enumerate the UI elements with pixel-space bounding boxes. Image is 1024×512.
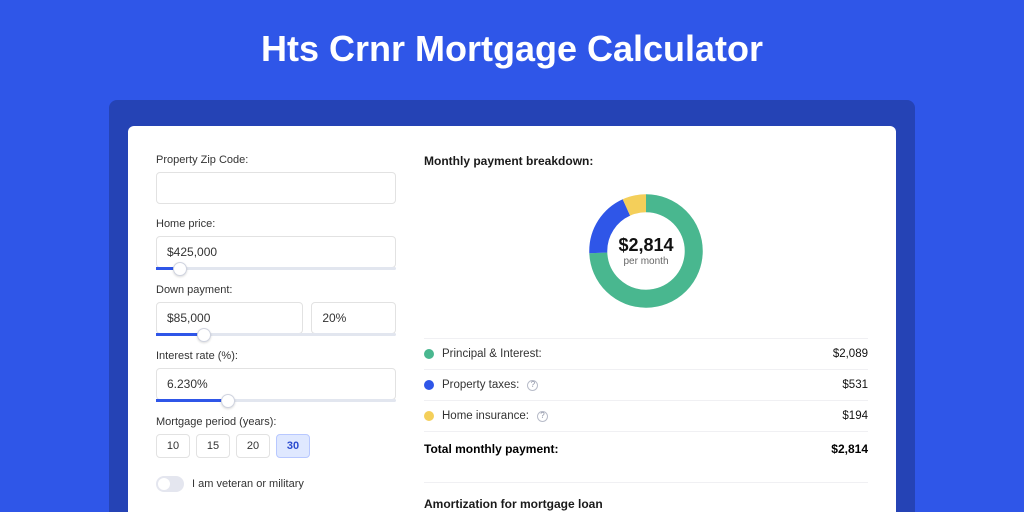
zip-field: Property Zip Code: — [156, 154, 396, 204]
down-field: Down payment: — [156, 284, 396, 336]
breakdown-title: Monthly payment breakdown: — [424, 154, 868, 168]
total-amount: $2,814 — [831, 442, 868, 456]
legend-label-tax: Property taxes: — [442, 379, 519, 391]
donut-center: $2,814 per month — [583, 188, 709, 314]
donut-sub: per month — [623, 256, 668, 267]
amortization-title: Amortization for mortgage loan — [424, 497, 868, 511]
down-input-amount[interactable] — [156, 302, 303, 334]
page-title: Hts Crnr Mortgage Calculator — [0, 0, 1024, 92]
dot-pi-icon — [424, 349, 434, 359]
period-option-15[interactable]: 15 — [196, 434, 230, 458]
donut-amount: $2,814 — [618, 235, 673, 256]
form-panel: Property Zip Code: Home price: Down paym… — [156, 154, 396, 512]
legend-amount-ins: $194 — [842, 410, 868, 422]
rate-field: Interest rate (%): — [156, 350, 396, 402]
rate-slider[interactable] — [156, 399, 396, 402]
price-slider-thumb[interactable] — [173, 262, 187, 276]
period-label: Mortgage period (years): — [156, 416, 396, 428]
rate-input[interactable] — [156, 368, 396, 400]
legend-row-ins: Home insurance: ? $194 — [424, 400, 868, 431]
donut-chart-wrap: $2,814 per month — [424, 184, 868, 322]
dot-tax-icon — [424, 380, 434, 390]
down-label: Down payment: — [156, 284, 396, 296]
donut-chart: $2,814 per month — [583, 188, 709, 314]
info-icon[interactable]: ? — [527, 380, 538, 391]
price-label: Home price: — [156, 218, 396, 230]
period-options: 10 15 20 30 — [156, 434, 396, 458]
legend-amount-tax: $531 — [842, 379, 868, 391]
rate-slider-thumb[interactable] — [221, 394, 235, 408]
zip-label: Property Zip Code: — [156, 154, 396, 166]
period-option-20[interactable]: 20 — [236, 434, 270, 458]
legend: Principal & Interest: $2,089 Property ta… — [424, 338, 868, 466]
info-icon[interactable]: ? — [537, 411, 548, 422]
rate-slider-fill — [156, 399, 228, 402]
legend-row-total: Total monthly payment: $2,814 — [424, 431, 868, 466]
period-option-30[interactable]: 30 — [276, 434, 310, 458]
price-input[interactable] — [156, 236, 396, 268]
zip-input[interactable] — [156, 172, 396, 204]
veteran-row: I am veteran or military — [156, 476, 396, 492]
veteran-toggle[interactable] — [156, 476, 184, 492]
legend-label-ins: Home insurance: — [442, 410, 529, 422]
legend-row-pi: Principal & Interest: $2,089 — [424, 338, 868, 369]
down-slider-thumb[interactable] — [197, 328, 211, 342]
breakdown-panel: Monthly payment breakdown: $2,814 per mo… — [424, 154, 868, 512]
veteran-label: I am veteran or military — [192, 478, 304, 490]
period-option-10[interactable]: 10 — [156, 434, 190, 458]
total-label: Total monthly payment: — [424, 442, 558, 456]
price-slider[interactable] — [156, 267, 396, 270]
down-input-pct[interactable] — [311, 302, 396, 334]
amortization-section: Amortization for mortgage loan Amortizat… — [424, 482, 868, 512]
dot-ins-icon — [424, 411, 434, 421]
down-slider[interactable] — [156, 333, 396, 336]
legend-row-tax: Property taxes: ? $531 — [424, 369, 868, 400]
calculator-card: Property Zip Code: Home price: Down paym… — [128, 126, 896, 512]
price-field: Home price: — [156, 218, 396, 270]
legend-label-pi: Principal & Interest: — [442, 348, 542, 360]
period-field: Mortgage period (years): 10 15 20 30 — [156, 416, 396, 458]
rate-label: Interest rate (%): — [156, 350, 396, 362]
legend-amount-pi: $2,089 — [833, 348, 868, 360]
